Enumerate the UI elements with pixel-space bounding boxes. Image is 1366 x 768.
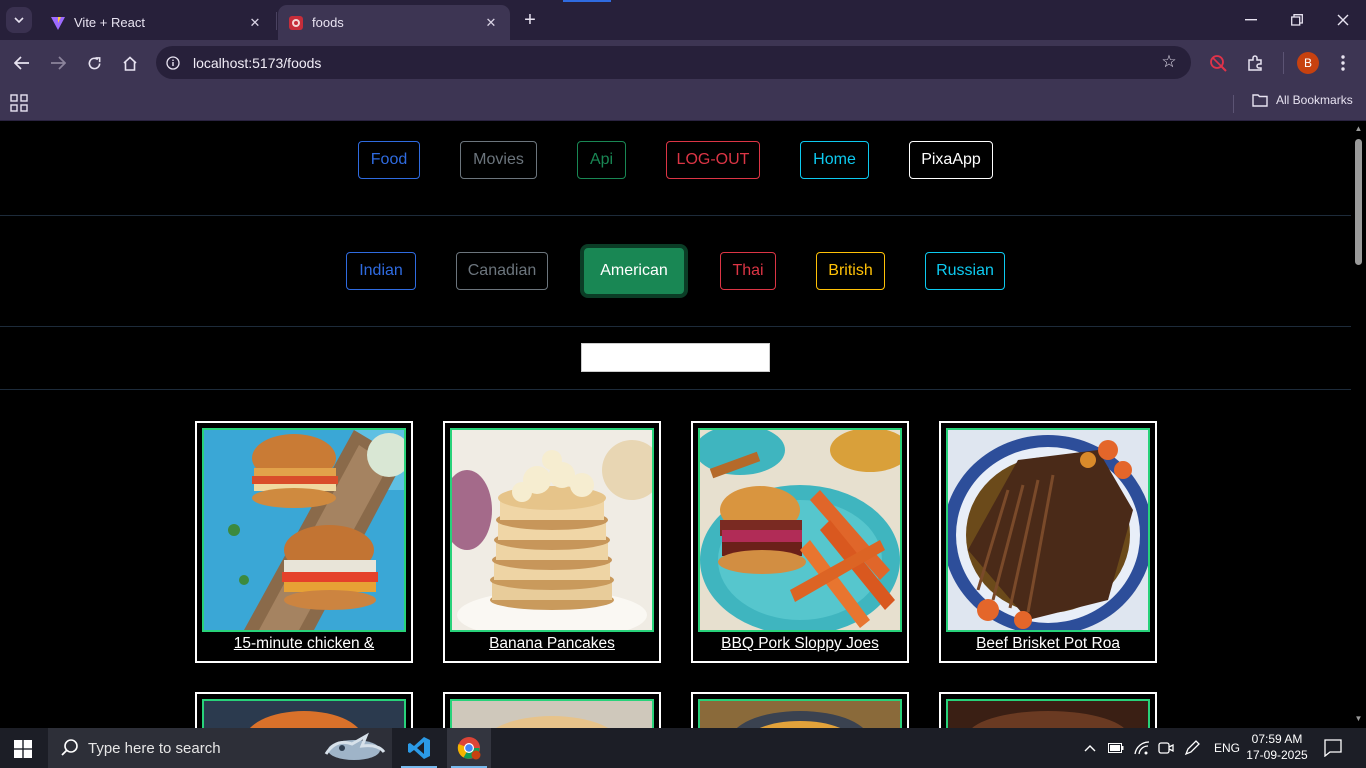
chevron-down-icon [14, 17, 24, 23]
forward-arrow-icon[interactable] [45, 50, 71, 76]
meal-card[interactable] [195, 692, 413, 728]
close-icon[interactable]: ✕ [482, 14, 500, 32]
nav-food-button[interactable]: Food [358, 141, 420, 179]
restore-icon[interactable] [1282, 6, 1312, 34]
url-text: localhost:5173/foods [193, 54, 322, 71]
tab-title: Vite + React [74, 15, 145, 30]
meal-card[interactable]: 15-minute chicken & [195, 421, 413, 663]
meal-card[interactable] [939, 692, 1157, 728]
back-arrow-icon[interactable] [9, 50, 35, 76]
nav-movies-button[interactable]: Movies [460, 141, 537, 179]
bookmarks-bar: All Bookmarks [0, 85, 1366, 121]
area-thai-button[interactable]: Thai [720, 252, 776, 290]
notification-icon[interactable] [1324, 739, 1342, 757]
meal-title-link[interactable]: BBQ Pork Sloppy Joes [693, 635, 907, 653]
folder-icon [1252, 94, 1268, 107]
extensions-puzzle-icon[interactable] [1243, 51, 1267, 75]
vite-logo-icon [50, 15, 66, 31]
windows-taskbar: Type here to search ENG 07:59 AM 17-09-2… [0, 728, 1366, 768]
nav-api-button[interactable]: Api [577, 141, 626, 179]
site-info-icon[interactable] [163, 53, 183, 73]
meal-card[interactable] [691, 692, 909, 728]
taskbar-search-box[interactable]: Type here to search [48, 728, 392, 768]
meal-image[interactable] [202, 699, 406, 728]
meal-image-chicken-burger[interactable] [202, 428, 406, 632]
meal-card[interactable]: Banana Pancakes [443, 421, 661, 663]
food-favicon-icon [288, 15, 304, 31]
system-tray: ENG [1084, 728, 1240, 768]
meal-card[interactable]: Beef Brisket Pot Roa [939, 421, 1157, 663]
extension-blocked-icon[interactable] [1206, 51, 1230, 75]
tab-search-button[interactable] [6, 7, 32, 33]
area-canadian-button[interactable]: Canadian [456, 252, 548, 290]
chevron-up-icon[interactable] [1084, 744, 1096, 752]
apps-grid-icon[interactable] [10, 94, 28, 112]
close-icon[interactable]: ✕ [246, 14, 264, 32]
profile-avatar[interactable]: B [1297, 52, 1319, 74]
meal-title-link[interactable]: Beef Brisket Pot Roa [941, 635, 1155, 653]
divider [0, 215, 1351, 216]
vscode-icon [408, 737, 430, 759]
reload-icon[interactable] [81, 50, 107, 76]
wifi-icon[interactable] [1134, 741, 1150, 755]
divider [0, 326, 1351, 327]
meal-title-link[interactable]: 15-minute chicken & [197, 635, 411, 653]
close-window-icon[interactable] [1328, 6, 1358, 34]
area-british-button[interactable]: British [816, 252, 885, 290]
scroll-up-arrow-icon[interactable]: ▲ [1354, 124, 1363, 133]
all-bookmarks-label: All Bookmarks [1276, 93, 1353, 107]
clock-date: 17-09-2025 [1246, 748, 1308, 762]
pen-icon[interactable] [1184, 740, 1200, 756]
tab-drag-indicator [563, 0, 611, 2]
home-icon[interactable] [117, 50, 143, 76]
address-bar[interactable]: localhost:5173/foods ☆ [156, 46, 1191, 79]
windows-start-icon[interactable] [14, 740, 32, 758]
battery-icon[interactable] [1108, 743, 1124, 753]
tab-title: foods [312, 15, 344, 30]
tab-foods[interactable]: foods ✕ [278, 5, 510, 40]
minimize-icon[interactable] [1236, 6, 1266, 34]
taskbar-vscode[interactable] [397, 728, 441, 768]
all-bookmarks-button[interactable]: All Bookmarks [1252, 93, 1353, 107]
new-tab-plus-icon[interactable]: + [518, 8, 542, 32]
browser-tab-strip: Vite + React ✕ foods ✕ + [0, 0, 1366, 40]
taskbar-clock[interactable]: 07:59 AM 17-09-2025 [1246, 731, 1308, 763]
tab-separator [276, 12, 277, 30]
chrome-icon [457, 737, 481, 760]
kebab-menu-icon[interactable] [1331, 51, 1355, 75]
bookmarks-divider [1233, 95, 1234, 113]
divider [0, 389, 1351, 390]
nav-pixaapp-button[interactable]: PixaApp [909, 141, 993, 179]
bookmark-star-icon[interactable]: ☆ [1159, 52, 1179, 72]
scrollbar-thumb[interactable] [1355, 139, 1362, 265]
meal-image[interactable] [946, 699, 1150, 728]
page-scrollbar[interactable]: ▲ ▼ [1351, 121, 1366, 728]
language-indicator[interactable]: ENG [1214, 741, 1240, 755]
tab-vite-react[interactable]: Vite + React ✕ [40, 5, 274, 40]
search-highlight-illustration-icon [324, 732, 386, 760]
browser-toolbar: localhost:5173/foods ☆ [0, 40, 1366, 85]
search-input[interactable] [581, 343, 770, 372]
meal-image[interactable] [698, 699, 902, 728]
meal-image[interactable] [450, 699, 654, 728]
meal-card[interactable]: BBQ Pork Sloppy Joes [691, 421, 909, 663]
toolbar-divider [1283, 52, 1284, 74]
meal-card[interactable] [443, 692, 661, 728]
meal-image-bbq-sloppy-joes[interactable] [698, 428, 902, 632]
search-icon [61, 739, 78, 756]
meal-image-banana-pancakes[interactable] [450, 428, 654, 632]
area-indian-button[interactable]: Indian [346, 252, 416, 290]
nav-home-button[interactable]: Home [800, 141, 869, 179]
area-american-button[interactable]: American [584, 248, 684, 294]
area-russian-button[interactable]: Russian [925, 252, 1005, 290]
scroll-down-arrow-icon[interactable]: ▼ [1354, 714, 1363, 723]
page-content: Food Movies Api LOG-OUT Home PixaApp Ind… [0, 121, 1351, 728]
meal-image-beef-brisket[interactable] [946, 428, 1150, 632]
taskbar-search-placeholder: Type here to search [88, 739, 221, 757]
taskbar-chrome[interactable] [447, 728, 491, 768]
meal-title-link[interactable]: Banana Pancakes [445, 635, 659, 653]
nav-logout-button[interactable]: LOG-OUT [666, 141, 760, 179]
meet-now-icon[interactable] [1158, 740, 1174, 756]
clock-time: 07:59 AM [1251, 732, 1303, 746]
